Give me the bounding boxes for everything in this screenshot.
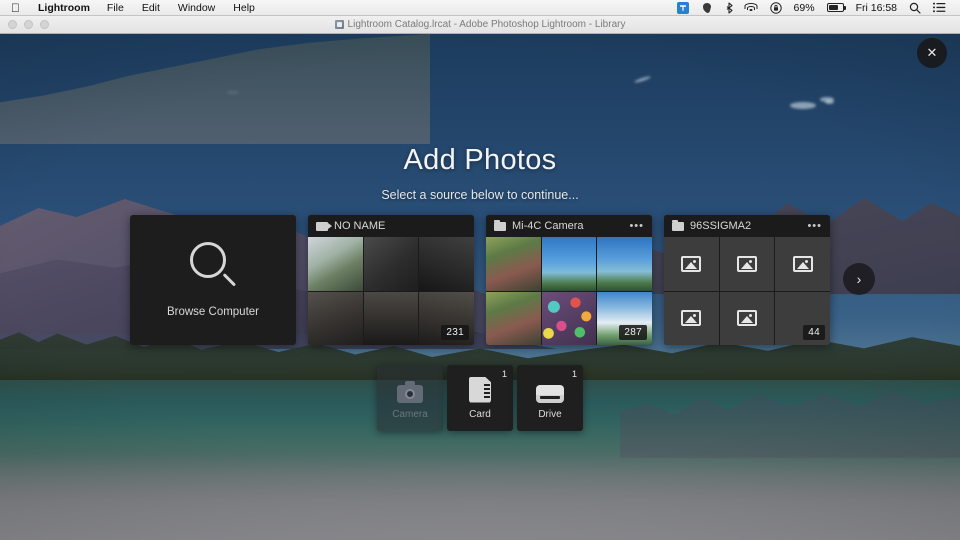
evernote-icon[interactable] — [695, 2, 719, 14]
thumbnail[interactable] — [597, 237, 652, 291]
source-card-name: 96SSIGMA2 — [690, 220, 752, 232]
sdcard-icon — [469, 376, 491, 403]
source-card-list: Browse Computer NO NAME 231 Mi-4C Camera… — [0, 215, 960, 345]
videocamera-icon — [316, 221, 332, 231]
dropbox-icon[interactable] — [671, 1, 695, 14]
thumbnail-placeholder[interactable] — [664, 237, 719, 291]
chevron-right-icon: › — [856, 271, 862, 287]
photo-count-badge: 231 — [441, 325, 469, 340]
image-placeholder-icon — [720, 237, 775, 291]
search-icon[interactable] — [903, 2, 927, 14]
device-type-tabs: Camera 1 Card 1 Drive — [0, 365, 960, 435]
apple-logo-icon[interactable]:  — [0, 1, 30, 15]
source-card-header: Mi-4C Camera ••• — [486, 215, 652, 237]
thumbnail[interactable] — [541, 291, 597, 345]
close-overlay-button[interactable]: ✕ — [917, 38, 947, 68]
lrcat-document-icon — [334, 20, 344, 29]
thumbnail[interactable] — [308, 291, 363, 345]
close-window-button[interactable] — [8, 20, 17, 29]
window-title: Lightroom Catalog.lrcat - Adobe Photosho… — [0, 19, 960, 30]
thumbnail-placeholder[interactable] — [719, 237, 775, 291]
source-card-no-name[interactable]: NO NAME 231 — [308, 215, 474, 345]
magnifier-icon — [190, 242, 237, 288]
next-sources-button[interactable]: › — [843, 263, 875, 295]
window-title-bar: Lightroom Catalog.lrcat - Adobe Photosho… — [0, 16, 960, 34]
thumbnail[interactable] — [363, 291, 419, 345]
source-card-header: NO NAME — [308, 215, 474, 237]
wifi-icon[interactable] — [739, 2, 764, 13]
thumbnail[interactable] — [486, 291, 541, 345]
thumbnail-placeholder[interactable]: 44 — [775, 291, 830, 345]
minimize-window-button[interactable] — [24, 20, 33, 29]
source-card-menu-button[interactable]: ••• — [629, 221, 644, 232]
source-card-menu-button[interactable]: ••• — [807, 221, 822, 232]
browse-computer-label: Browse Computer — [166, 306, 260, 318]
tab-drive-label: Drive — [538, 408, 562, 420]
thumbnail-placeholder[interactable] — [664, 291, 719, 346]
overlay-headings: Add Photos Select a source below to cont… — [0, 144, 960, 202]
source-thumbnail-grid: 287 — [486, 237, 652, 345]
menu-item-window[interactable]: Window — [169, 0, 224, 16]
thumbnail[interactable] — [363, 237, 419, 291]
source-card-name: Mi-4C Camera — [512, 220, 584, 232]
thumbnail-placeholder[interactable] — [719, 291, 775, 346]
thumbnail[interactable]: 231 — [419, 291, 474, 345]
source-thumbnail-grid: 231 — [308, 237, 474, 345]
thumbnail[interactable] — [541, 237, 597, 291]
thumbnail[interactable]: 287 — [597, 291, 652, 345]
menu-bar-left:  Lightroom File Edit Window Help — [0, 0, 264, 16]
menu-bar-status-items: 69% Fri 16:58 — [671, 1, 960, 14]
source-card-name: NO NAME — [334, 220, 386, 232]
folder-icon — [672, 219, 684, 231]
window-traffic-lights — [0, 20, 49, 29]
image-placeholder-icon — [664, 292, 719, 346]
source-card-96ssigma2[interactable]: 96SSIGMA2 ••• 44 — [664, 215, 830, 345]
image-placeholder-icon — [664, 237, 719, 291]
photo-count-badge: 287 — [619, 325, 647, 340]
window-title-text: Lightroom Catalog.lrcat - Adobe Photosho… — [347, 19, 626, 30]
tab-drive[interactable]: 1 Drive — [517, 365, 583, 431]
tab-camera-label: Camera — [392, 408, 428, 420]
menu-item-file[interactable]: File — [98, 0, 133, 16]
tab-camera[interactable]: Camera — [377, 365, 443, 431]
camera-icon — [397, 377, 423, 403]
image-placeholder-icon — [720, 292, 775, 346]
drive-icon — [536, 377, 564, 403]
thumbnail[interactable] — [308, 237, 363, 291]
battery-percent-label: 69% — [793, 1, 815, 14]
page-subtitle: Select a source below to continue... — [381, 188, 579, 202]
tab-card-badge: 1 — [501, 369, 507, 379]
thumbnail[interactable] — [486, 237, 541, 291]
close-icon: ✕ — [926, 45, 938, 60]
tab-card[interactable]: 1 Card — [447, 365, 513, 431]
menu-bar-clock[interactable]: Fri 16:58 — [850, 2, 903, 14]
import-overlay: ✕ Add Photos Select a source below to co… — [0, 34, 960, 540]
notification-center-icon[interactable] — [927, 2, 952, 13]
mac-menu-bar:  Lightroom File Edit Window Help 69% Fr… — [0, 0, 960, 16]
image-placeholder-icon — [775, 237, 830, 291]
folder-icon — [494, 219, 506, 231]
page-title: Add Photos — [403, 144, 557, 176]
photo-count-badge: 44 — [803, 325, 825, 340]
thumbnail-placeholder[interactable] — [775, 237, 830, 291]
battery-icon[interactable] — [821, 3, 850, 12]
vpn-lock-icon[interactable] — [764, 1, 788, 14]
bluetooth-icon[interactable] — [719, 1, 739, 14]
source-card-header: 96SSIGMA2 ••• — [664, 215, 830, 237]
tab-card-label: Card — [469, 408, 491, 420]
source-card-mi-4c-camera[interactable]: Mi-4C Camera ••• 287 — [486, 215, 652, 345]
source-thumbnail-grid: 44 — [664, 237, 830, 345]
zoom-window-button[interactable] — [40, 20, 49, 29]
browse-computer-card[interactable]: Browse Computer — [130, 215, 296, 345]
tab-drive-badge: 1 — [571, 369, 577, 379]
menu-item-help[interactable]: Help — [224, 0, 264, 16]
menu-app-name[interactable]: Lightroom — [30, 0, 98, 16]
thumbnail[interactable] — [419, 237, 474, 291]
menu-item-edit[interactable]: Edit — [133, 0, 169, 16]
